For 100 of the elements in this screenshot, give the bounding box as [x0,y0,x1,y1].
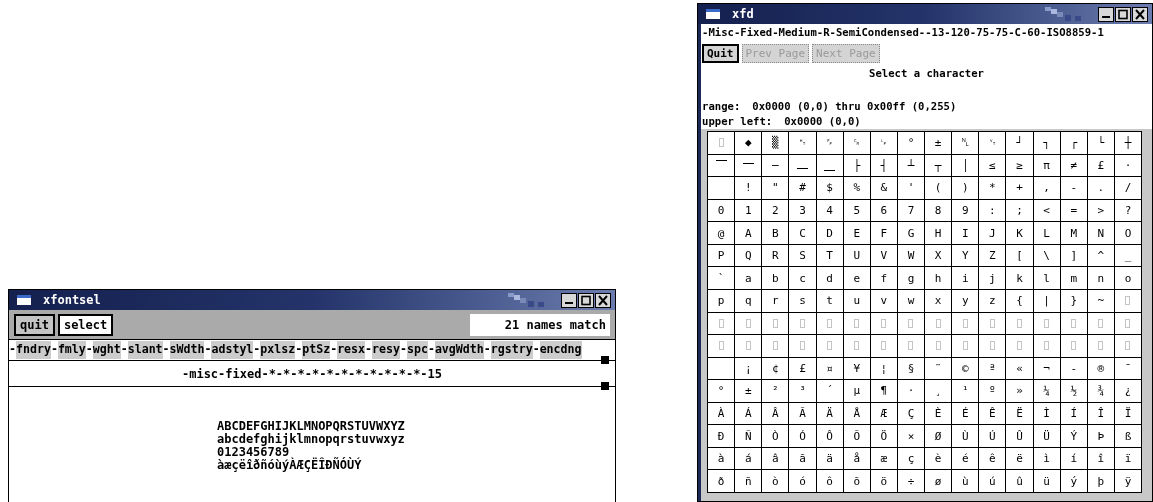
character-cell[interactable]: ¯ [1114,357,1141,380]
field-menu[interactable]: adstyl [211,341,254,359]
character-cell[interactable] [870,335,897,357]
character-cell[interactable] [789,312,816,335]
character-cell[interactable] [1060,335,1087,357]
character-cell[interactable]: è [925,447,952,470]
character-cell[interactable]: æ [870,447,897,470]
character-cell[interactable]: ] [1060,244,1087,267]
character-cell[interactable]: ⎻ [735,154,762,177]
character-cell[interactable]: + [1006,177,1033,199]
character-cell[interactable]: ä [816,447,843,470]
character-cell[interactable]: í [1060,447,1087,470]
character-cell[interactable]: } [1060,289,1087,312]
character-cell[interactable]: ú [979,470,1006,492]
character-cell[interactable]: O [1114,222,1141,244]
character-cell[interactable]: ® [1087,357,1114,380]
character-cell[interactable]: F [870,222,897,244]
character-cell[interactable]: º [979,380,1006,402]
character-cell[interactable]: . [1087,177,1114,199]
character-cell[interactable]: ß [1114,425,1141,447]
character-cell[interactable]: o [1114,267,1141,289]
close-icon[interactable] [595,292,611,308]
character-cell[interactable]: ÿ [1114,470,1141,492]
character-cell[interactable]: g [897,267,924,289]
character-cell[interactable]: Æ [870,402,897,425]
character-cell[interactable] [735,335,762,357]
character-cell[interactable]: Â [762,402,789,425]
character-cell[interactable]: » [1006,380,1033,402]
character-cell[interactable]: j [979,267,1006,289]
character-cell[interactable]: 3 [789,199,816,222]
character-cell[interactable] [1060,312,1087,335]
character-cell[interactable]: Ö [870,425,897,447]
character-cell[interactable] [789,335,816,357]
character-cell[interactable] [816,335,843,357]
character-cell[interactable]: ¾ [1087,380,1114,402]
character-cell[interactable]: ▒ [762,132,789,154]
character-cell[interactable]: I [952,222,979,244]
character-cell[interactable]: ␉ [789,132,816,154]
maximize-icon[interactable] [1115,6,1131,22]
character-cell[interactable]: r [762,289,789,312]
character-cell[interactable]: i [952,267,979,289]
field-menu[interactable]: resy [372,341,400,359]
field-menu[interactable]: spc [406,341,428,359]
character-cell[interactable]: È [925,402,952,425]
character-cell[interactable] [925,335,952,357]
character-cell[interactable]: E [843,222,870,244]
character-cell[interactable]: À [708,402,735,425]
character-cell[interactable] [1087,335,1114,357]
character-cell[interactable]: Ù [952,425,979,447]
character-cell[interactable]: ~ [1087,289,1114,312]
character-cell[interactable]: A [735,222,762,244]
character-cell[interactable]: \ [1033,244,1060,267]
pane-grip-icon[interactable] [601,356,609,364]
field-menu[interactable]: slant [127,341,163,359]
character-cell[interactable]: ? [1114,199,1141,222]
character-cell[interactable]: │ [952,154,979,177]
character-cell[interactable] [708,335,735,357]
character-cell[interactable]: ã [789,447,816,470]
character-cell[interactable]: ␤ [952,132,979,154]
character-cell[interactable]: 2 [762,199,789,222]
character-cell[interactable] [735,312,762,335]
character-cell[interactable]: Ë [1006,402,1033,425]
character-cell[interactable]: # [789,177,816,199]
character-cell[interactable]: % [843,177,870,199]
character-cell[interactable]: C [789,222,816,244]
character-cell[interactable]: 7 [897,199,924,222]
character-cell[interactable]: h [925,267,952,289]
character-cell[interactable]: l [1033,267,1060,289]
character-cell[interactable]: Ó [789,425,816,447]
character-cell[interactable]: ¤ [816,357,843,380]
character-cell[interactable]: Ð [708,425,735,447]
character-cell[interactable]: ⎺ [708,154,735,177]
character-cell[interactable]: 6 [870,199,897,222]
character-cell[interactable]: Í [1060,402,1087,425]
character-cell[interactable] [897,335,924,357]
character-cell[interactable]: ¦ [870,357,897,380]
character-cell[interactable] [1114,312,1141,335]
character-cell[interactable]: µ [843,380,870,402]
character-cell[interactable]: ¶ [870,380,897,402]
character-cell[interactable]: 1 [735,199,762,222]
character-cell[interactable]: ¿ [1114,380,1141,402]
character-cell[interactable]: ª [979,357,1006,380]
character-cell[interactable]: Á [735,402,762,425]
character-cell[interactable]: þ [1087,470,1114,492]
character-cell[interactable] [708,132,735,154]
maximize-icon[interactable] [578,292,594,308]
character-cell[interactable]: « [1006,357,1033,380]
character-cell[interactable]: L [1033,222,1060,244]
window-icon[interactable] [17,295,31,305]
character-cell[interactable]: ┼ [1114,132,1141,154]
character-cell[interactable]: ┌ [1060,132,1087,154]
character-cell[interactable]: ü [1033,470,1060,492]
character-cell[interactable]: ^ [1087,244,1114,267]
character-cell[interactable]: ` [708,267,735,289]
character-cell[interactable]: Ò [762,425,789,447]
character-cell[interactable]: G [897,222,924,244]
toolbar-button[interactable]: select [57,313,114,336]
character-cell[interactable] [708,357,735,380]
character-cell[interactable]: ç [897,447,924,470]
character-cell[interactable]: ³ [789,380,816,402]
